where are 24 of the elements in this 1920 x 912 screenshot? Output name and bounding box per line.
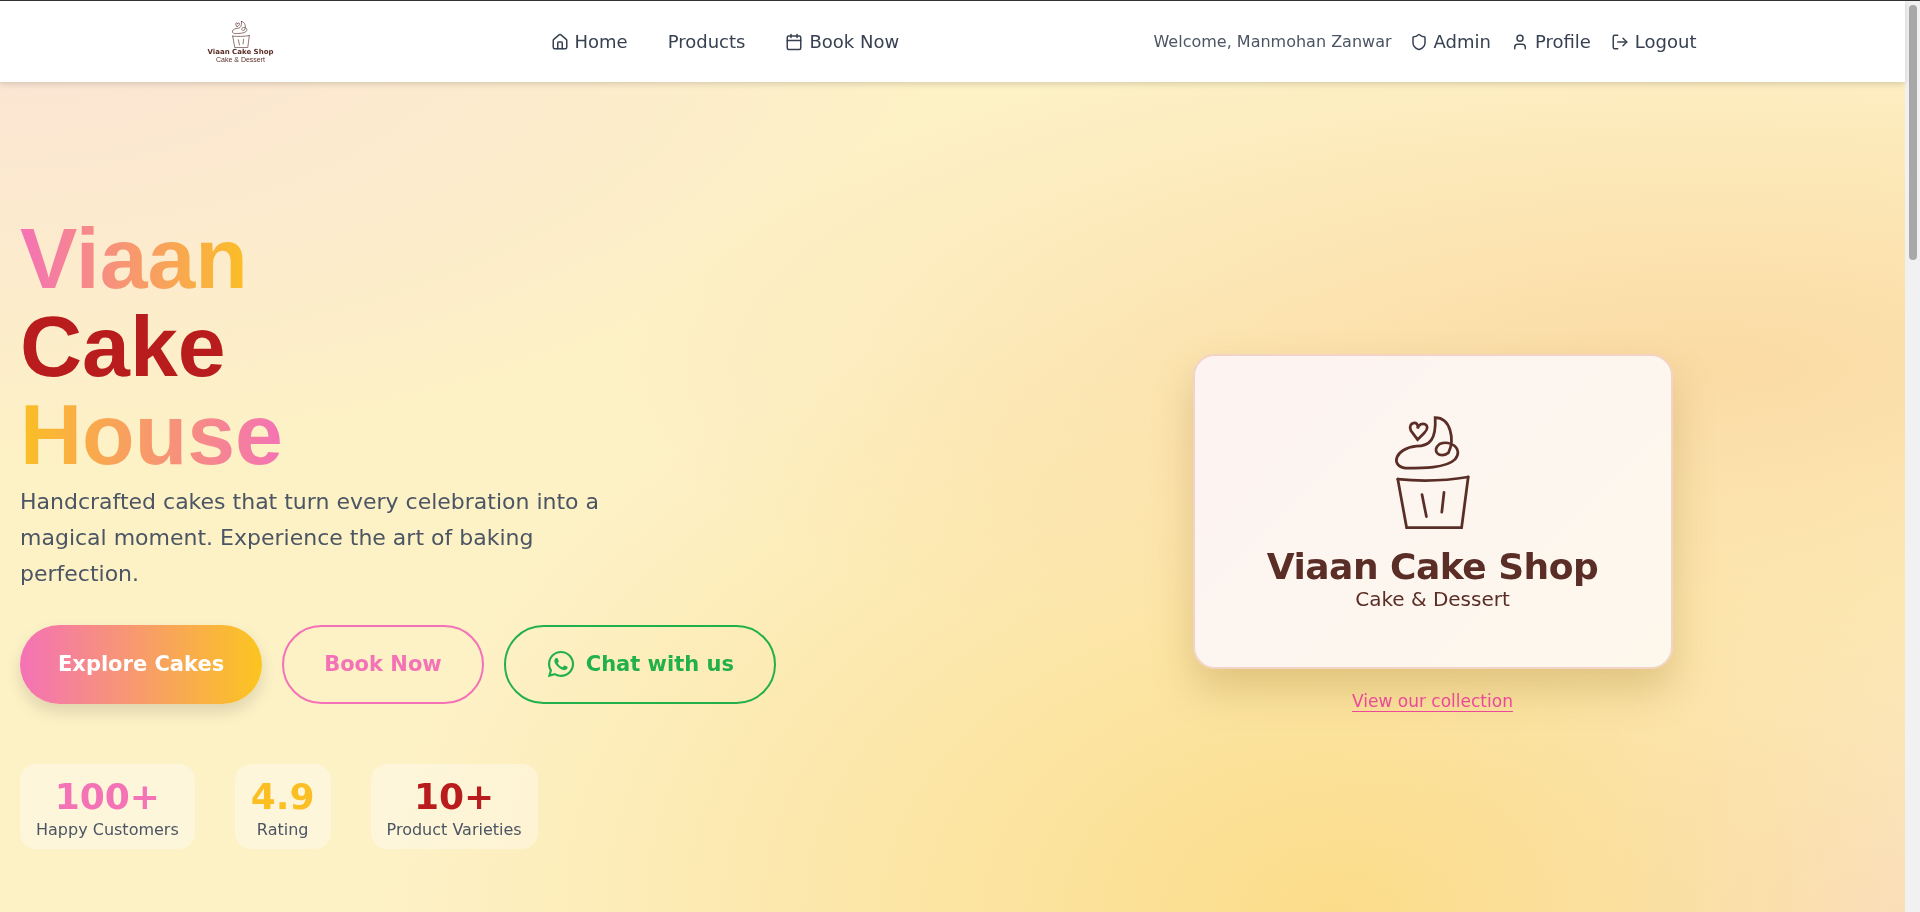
logout-icon [1610, 32, 1629, 51]
scrollbar[interactable] [1905, 1, 1920, 912]
scrollbar-thumb[interactable] [1908, 5, 1917, 260]
shop-name: Viaan Cake Shop [1266, 546, 1599, 587]
hero-title-line: Cake [20, 301, 226, 390]
stat-label: Happy Customers [36, 819, 179, 839]
nav-link[interactable]: Book Now [785, 31, 900, 52]
header-link[interactable]: Logout [1610, 31, 1697, 52]
shield-icon [1409, 32, 1428, 51]
header-link[interactable]: Admin [1409, 31, 1491, 52]
stat-value: 4.9 [250, 775, 315, 818]
stat-label: Rating [256, 819, 309, 839]
welcome-text: Welcome, Manmohan Zanwar [1153, 32, 1392, 51]
header-link[interactable]: Profile [1510, 31, 1591, 52]
nav-link[interactable]: Products [667, 31, 746, 52]
calendar-icon [785, 32, 804, 51]
stat-value: 10+ [413, 775, 495, 818]
nav-link[interactable]: Home [550, 31, 628, 52]
home-icon [550, 32, 569, 51]
hero-description: Handcrafted cakes that turn every celebration into a magical moment. Experience the art of baking perfection. [20, 487, 601, 588]
stat-label: Product Varieties [386, 819, 522, 839]
whatsapp-icon [545, 649, 576, 679]
stat-value: 100+ [54, 775, 161, 818]
shop-tagline: Cake & Dessert [1355, 587, 1510, 611]
